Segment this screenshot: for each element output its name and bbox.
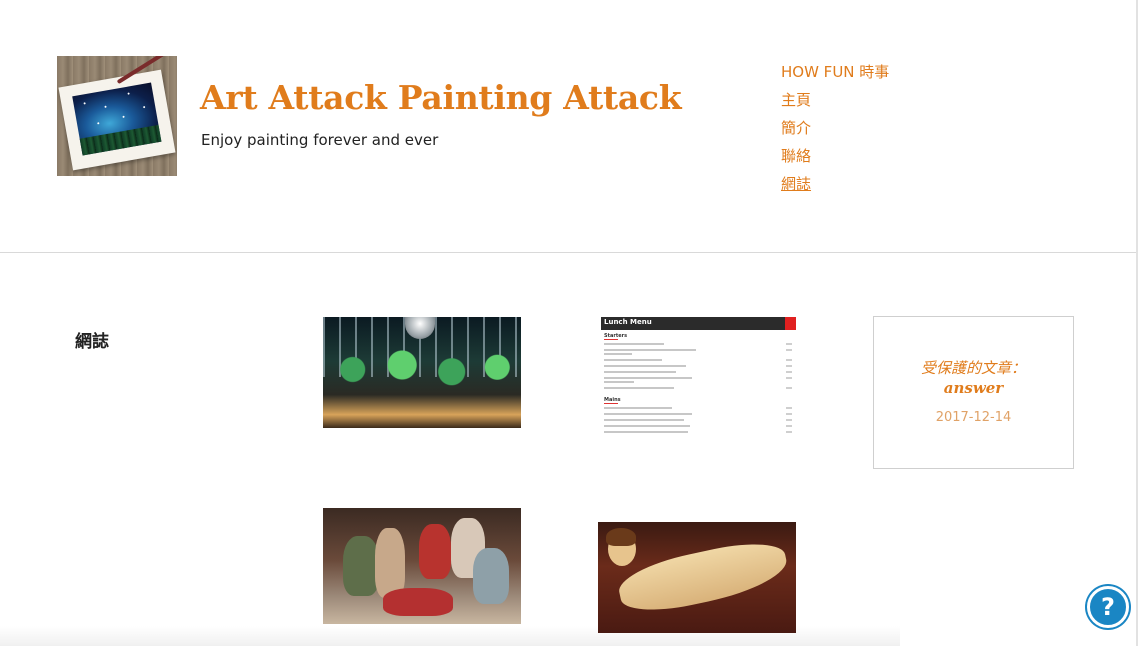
thumbnail-foliage [323,347,521,392]
bottom-shadow [0,626,900,646]
menu-price [786,371,792,373]
menu-price [786,419,792,421]
menu-line [604,353,632,355]
menu-price [786,349,792,351]
menu-line [604,365,686,367]
nav-item-how-fun[interactable]: HOW FUN 時事 [781,58,1021,86]
main-nav: HOW FUN 時事 主頁 簡介 聯絡 網誌 [781,58,1021,198]
logo-star [122,115,125,118]
menu-line [604,371,676,373]
menu-close-icon [785,317,796,330]
logo-star [143,105,146,109]
help-glyph: ? [1101,593,1115,621]
question-circle-icon[interactable]: ? [1087,586,1129,628]
post-thumbnail-lunch-menu[interactable]: Lunch Menu Starters Mains [598,317,796,442]
nav-item-blog[interactable]: 網誌 [781,170,1021,198]
logo-star [127,92,130,95]
logo-star [97,122,100,125]
menu-price [786,359,792,361]
menu-line [604,413,692,415]
logo-card [58,69,176,171]
menu-line [604,381,634,383]
painting-figure [614,534,792,620]
protected-post-date: 2017-12-14 [935,410,1012,425]
menu-price [786,343,792,345]
menu-price [786,387,792,389]
menu-price [786,407,792,409]
menu-title: Lunch Menu [604,318,652,326]
site-tagline: Enjoy painting forever and ever [201,131,439,149]
protected-post-title[interactable]: answer [874,379,1073,397]
painting-hair [606,528,636,546]
menu-line [604,377,692,379]
menu-line [604,359,662,361]
page-title: 網誌 [75,332,109,352]
menu-line [604,343,664,345]
logo-star [83,102,86,105]
menu-line [604,387,674,389]
menu-line [604,431,688,433]
menu-section-underline [604,403,618,404]
painting-figure [383,588,453,616]
protected-post-label[interactable]: 受保護的文章： [874,357,1073,378]
nav-item-contact[interactable]: 聯絡 [781,142,1021,170]
menu-line [604,407,672,409]
painting-figure [473,548,509,604]
menu-line [604,419,684,421]
site-title[interactable]: Art Attack Painting Attack [200,78,682,117]
menu-price [786,425,792,427]
logo-star [104,105,107,108]
menu-line [604,425,690,427]
painting-figure [375,528,405,598]
menu-header-bar: Lunch Menu [601,317,796,330]
menu-section-underline [604,339,618,340]
menu-price [786,365,792,367]
menu-price [786,413,792,415]
menu-price [786,431,792,433]
painting-figure [419,524,451,579]
menu-price [786,377,792,379]
post-thumbnail-party-painting[interactable] [323,508,521,624]
protected-post-card[interactable]: 受保護的文章： answer 2017-12-14 [873,316,1074,469]
site-logo[interactable] [57,56,177,176]
post-thumbnail-market-hall[interactable] [323,317,521,428]
menu-line [604,349,696,351]
nav-item-about[interactable]: 簡介 [781,114,1021,142]
post-thumbnail-reclining-nude[interactable] [598,522,796,633]
nav-item-home[interactable]: 主頁 [781,86,1021,114]
painting-figure [343,536,379,596]
site-header: Art Attack Painting Attack Enjoy paintin… [0,0,1136,253]
